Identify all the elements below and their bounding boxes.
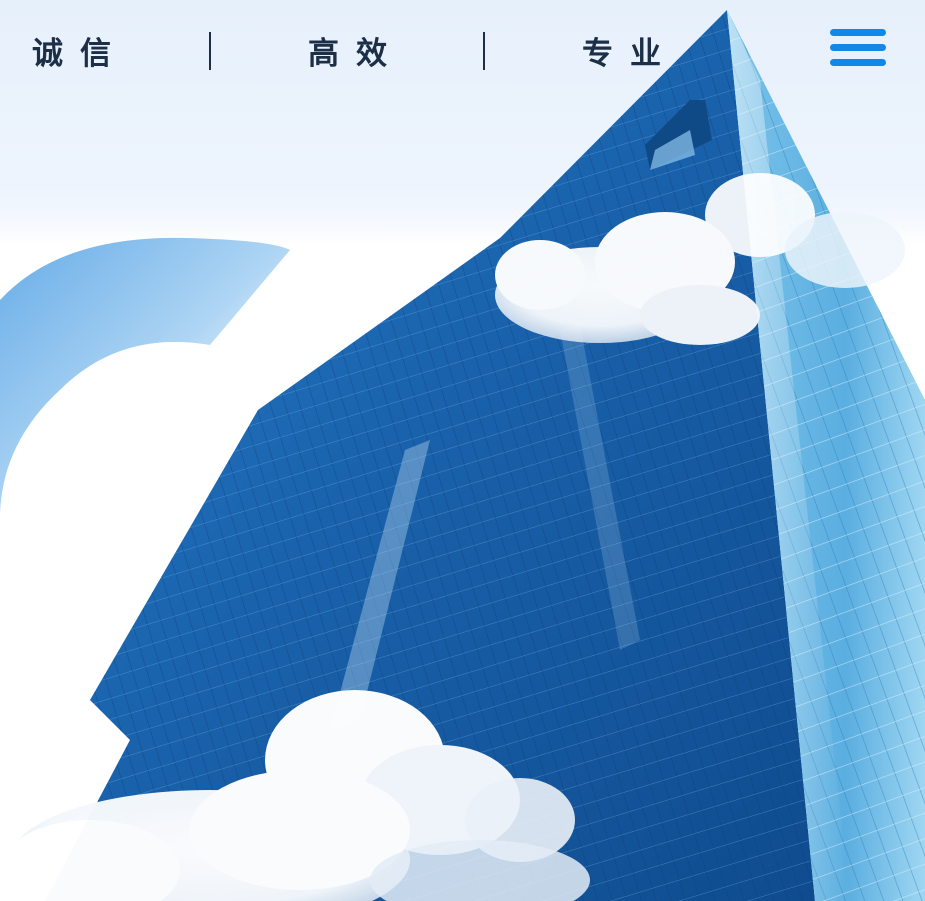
slogan-word-integrity: 诚信 [32, 36, 128, 72]
hamburger-menu-icon[interactable] [830, 28, 886, 68]
slogan-word-professional: 专业 [582, 36, 678, 72]
slogan-separator [209, 32, 211, 70]
menu-bar [830, 29, 886, 36]
menu-bar [830, 59, 886, 66]
slogan-separator [483, 32, 485, 70]
hero-image [0, 10, 925, 901]
page: 诚信 高效 专业 [0, 0, 925, 901]
menu-bar [830, 44, 886, 51]
slogan-word-efficiency: 高效 [308, 36, 404, 72]
